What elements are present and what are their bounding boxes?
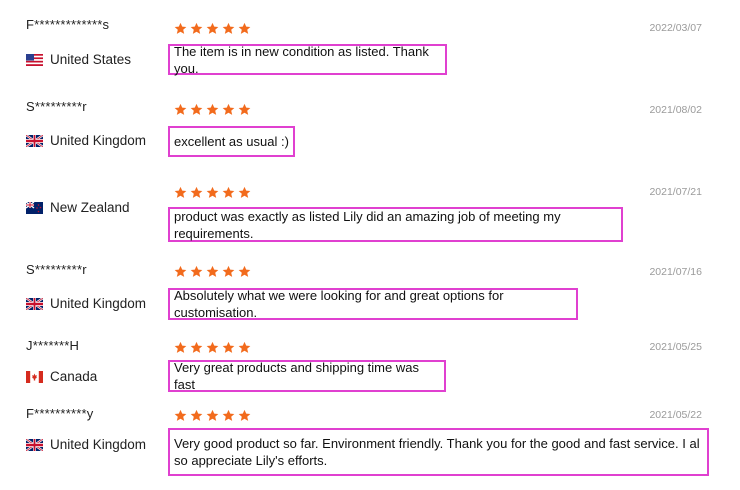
star-icon (190, 22, 203, 34)
star-icon (222, 341, 235, 353)
star-icon (174, 341, 187, 353)
ca-flag-icon (26, 370, 43, 383)
star-icon (206, 22, 219, 34)
star-icon (222, 22, 235, 34)
star-rating (174, 22, 251, 35)
country-name: United Kingdom (50, 437, 147, 452)
us-flag-icon (26, 53, 43, 66)
star-icon (190, 409, 203, 421)
star-icon (190, 265, 203, 277)
star-icon (174, 409, 187, 421)
star-icon (206, 103, 219, 115)
star-icon (238, 265, 251, 277)
star-icon (238, 186, 251, 198)
star-icon (238, 22, 251, 34)
star-icon (174, 265, 187, 277)
star-icon (238, 103, 251, 115)
country-name: United States (50, 52, 132, 67)
reviewer-name: S*********r (26, 262, 87, 277)
star-icon (222, 409, 235, 421)
reviewer-name: F*************s (26, 17, 110, 32)
reviewer-country: United Kingdom (26, 133, 146, 148)
review-date: 2021/07/16 (649, 266, 702, 278)
review-comment: Very great products and shipping time wa… (168, 360, 446, 392)
star-rating (174, 103, 251, 116)
reviewer-name: J*******H (26, 338, 80, 353)
country-name: Canada (50, 369, 98, 384)
nz-flag-icon (26, 201, 43, 214)
reviewer-country: Canada (26, 369, 97, 384)
star-icon (190, 103, 203, 115)
review-comment: product was exactly as listed Lily did a… (168, 207, 623, 242)
review-comment: Very good product so far. Environment fr… (168, 428, 709, 476)
star-icon (222, 103, 235, 115)
country-name: New Zealand (50, 200, 130, 215)
country-name: United Kingdom (50, 133, 147, 148)
star-icon (174, 186, 187, 198)
reviewer-country: United States (26, 52, 131, 67)
star-icon (206, 265, 219, 277)
country-name: United Kingdom (50, 296, 147, 311)
star-icon (190, 186, 203, 198)
star-rating (174, 265, 251, 278)
review-comment: excellent as usual :) (168, 126, 295, 157)
review-date: 2022/03/07 (649, 22, 702, 34)
review-date: 2021/05/22 (649, 409, 702, 421)
review-date: 2021/07/21 (649, 186, 702, 198)
star-icon (174, 22, 187, 34)
reviewer-name: F**********y (26, 406, 94, 421)
star-icon (206, 186, 219, 198)
uk-flag-icon (26, 134, 43, 147)
star-rating (174, 409, 251, 422)
star-icon (206, 409, 219, 421)
star-icon (222, 186, 235, 198)
star-icon (238, 409, 251, 421)
reviewer-country: United Kingdom (26, 296, 146, 311)
review-date: 2021/05/25 (649, 341, 702, 353)
star-icon (222, 265, 235, 277)
star-icon (174, 103, 187, 115)
uk-flag-icon (26, 438, 43, 451)
star-icon (238, 341, 251, 353)
review-comment: The item is in new condition as listed. … (168, 44, 447, 76)
reviewer-name: S*********r (26, 99, 87, 114)
star-rating (174, 186, 251, 199)
review-comment: Absolutely what we were looking for and … (168, 288, 578, 320)
star-icon (206, 341, 219, 353)
star-rating (174, 341, 251, 354)
review-date: 2021/08/02 (649, 104, 702, 116)
reviewer-country: United Kingdom (26, 437, 146, 452)
star-icon (190, 341, 203, 353)
uk-flag-icon (26, 297, 43, 310)
reviewer-country: New Zealand (26, 200, 130, 215)
